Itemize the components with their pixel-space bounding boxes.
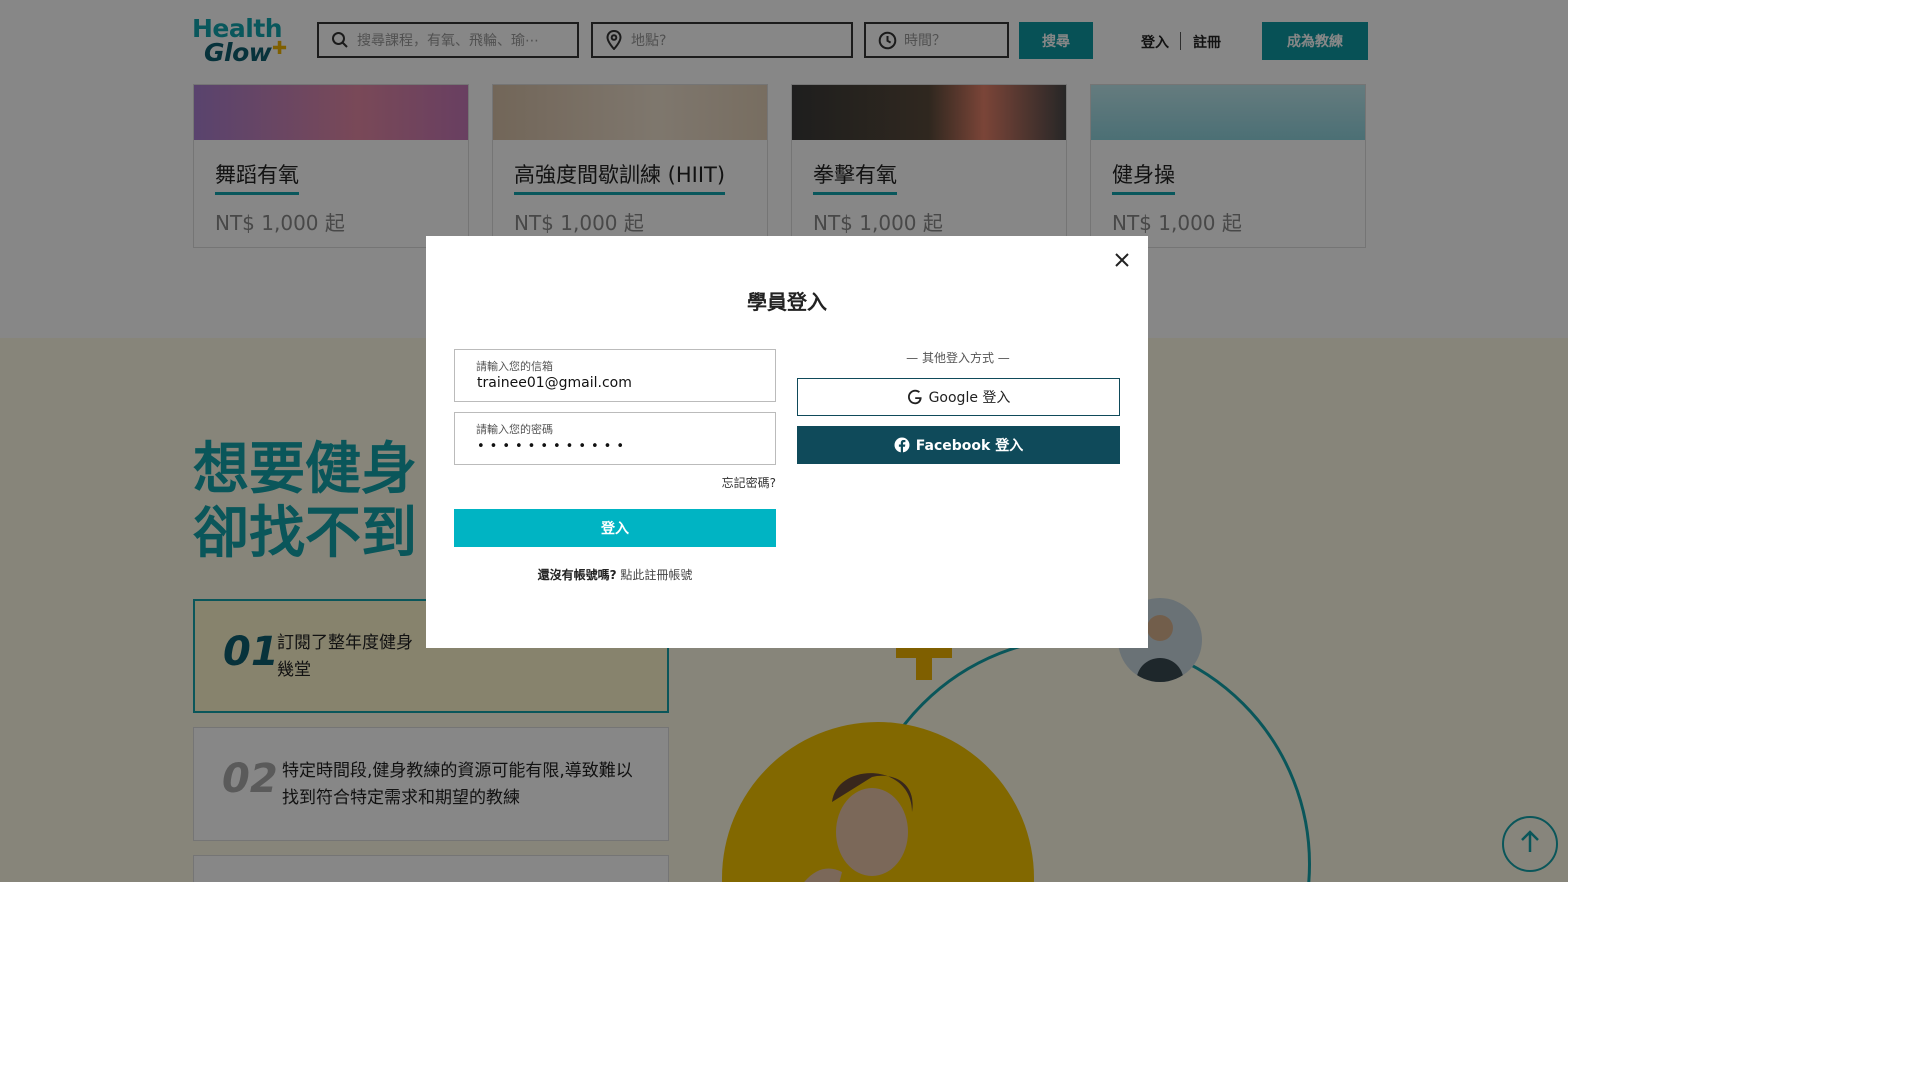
- email-field[interactable]: 請輸入您的信箱 trainee01@gmail.com: [454, 349, 776, 402]
- close-button[interactable]: [1111, 250, 1133, 272]
- login-modal: 學員登入 請輸入您的信箱 trainee01@gmail.com 請輸入您的密碼…: [426, 236, 1148, 648]
- page: Health Glow ✚ 搜尋課程，有氧、飛輪、瑜⋯ 地點? 時間？ 搜尋 登…: [0, 0, 1568, 882]
- facebook-login-button[interactable]: Facebook 登入: [797, 426, 1120, 464]
- password-value: ••••••••••••: [477, 439, 630, 454]
- facebook-login-label: Facebook 登入: [915, 438, 1024, 454]
- modal-title: 學員登入: [747, 290, 827, 314]
- other-methods-label: — 其他登入方式 —: [906, 351, 1010, 365]
- password-label: 請輸入您的密碼: [476, 423, 553, 436]
- google-login-label: Google 登入: [928, 390, 1011, 406]
- forgot-password-link[interactable]: 忘記密碼?: [696, 474, 776, 491]
- facebook-icon: [894, 437, 910, 453]
- register-link[interactable]: 點此註冊帳號: [620, 568, 692, 582]
- google-login-button[interactable]: Google 登入: [797, 378, 1120, 416]
- google-icon: [907, 389, 923, 405]
- password-field[interactable]: 請輸入您的密碼 ••••••••••••: [454, 412, 776, 465]
- email-label: 請輸入您的信箱: [476, 360, 553, 373]
- close-icon: [1115, 252, 1129, 271]
- register-prompt: 還沒有帳號嗎? 點此註冊帳號: [454, 566, 776, 583]
- email-value: trainee01@gmail.com: [477, 375, 632, 391]
- login-button[interactable]: 登入: [454, 509, 776, 547]
- no-account-text: 還沒有帳號嗎?: [537, 568, 617, 582]
